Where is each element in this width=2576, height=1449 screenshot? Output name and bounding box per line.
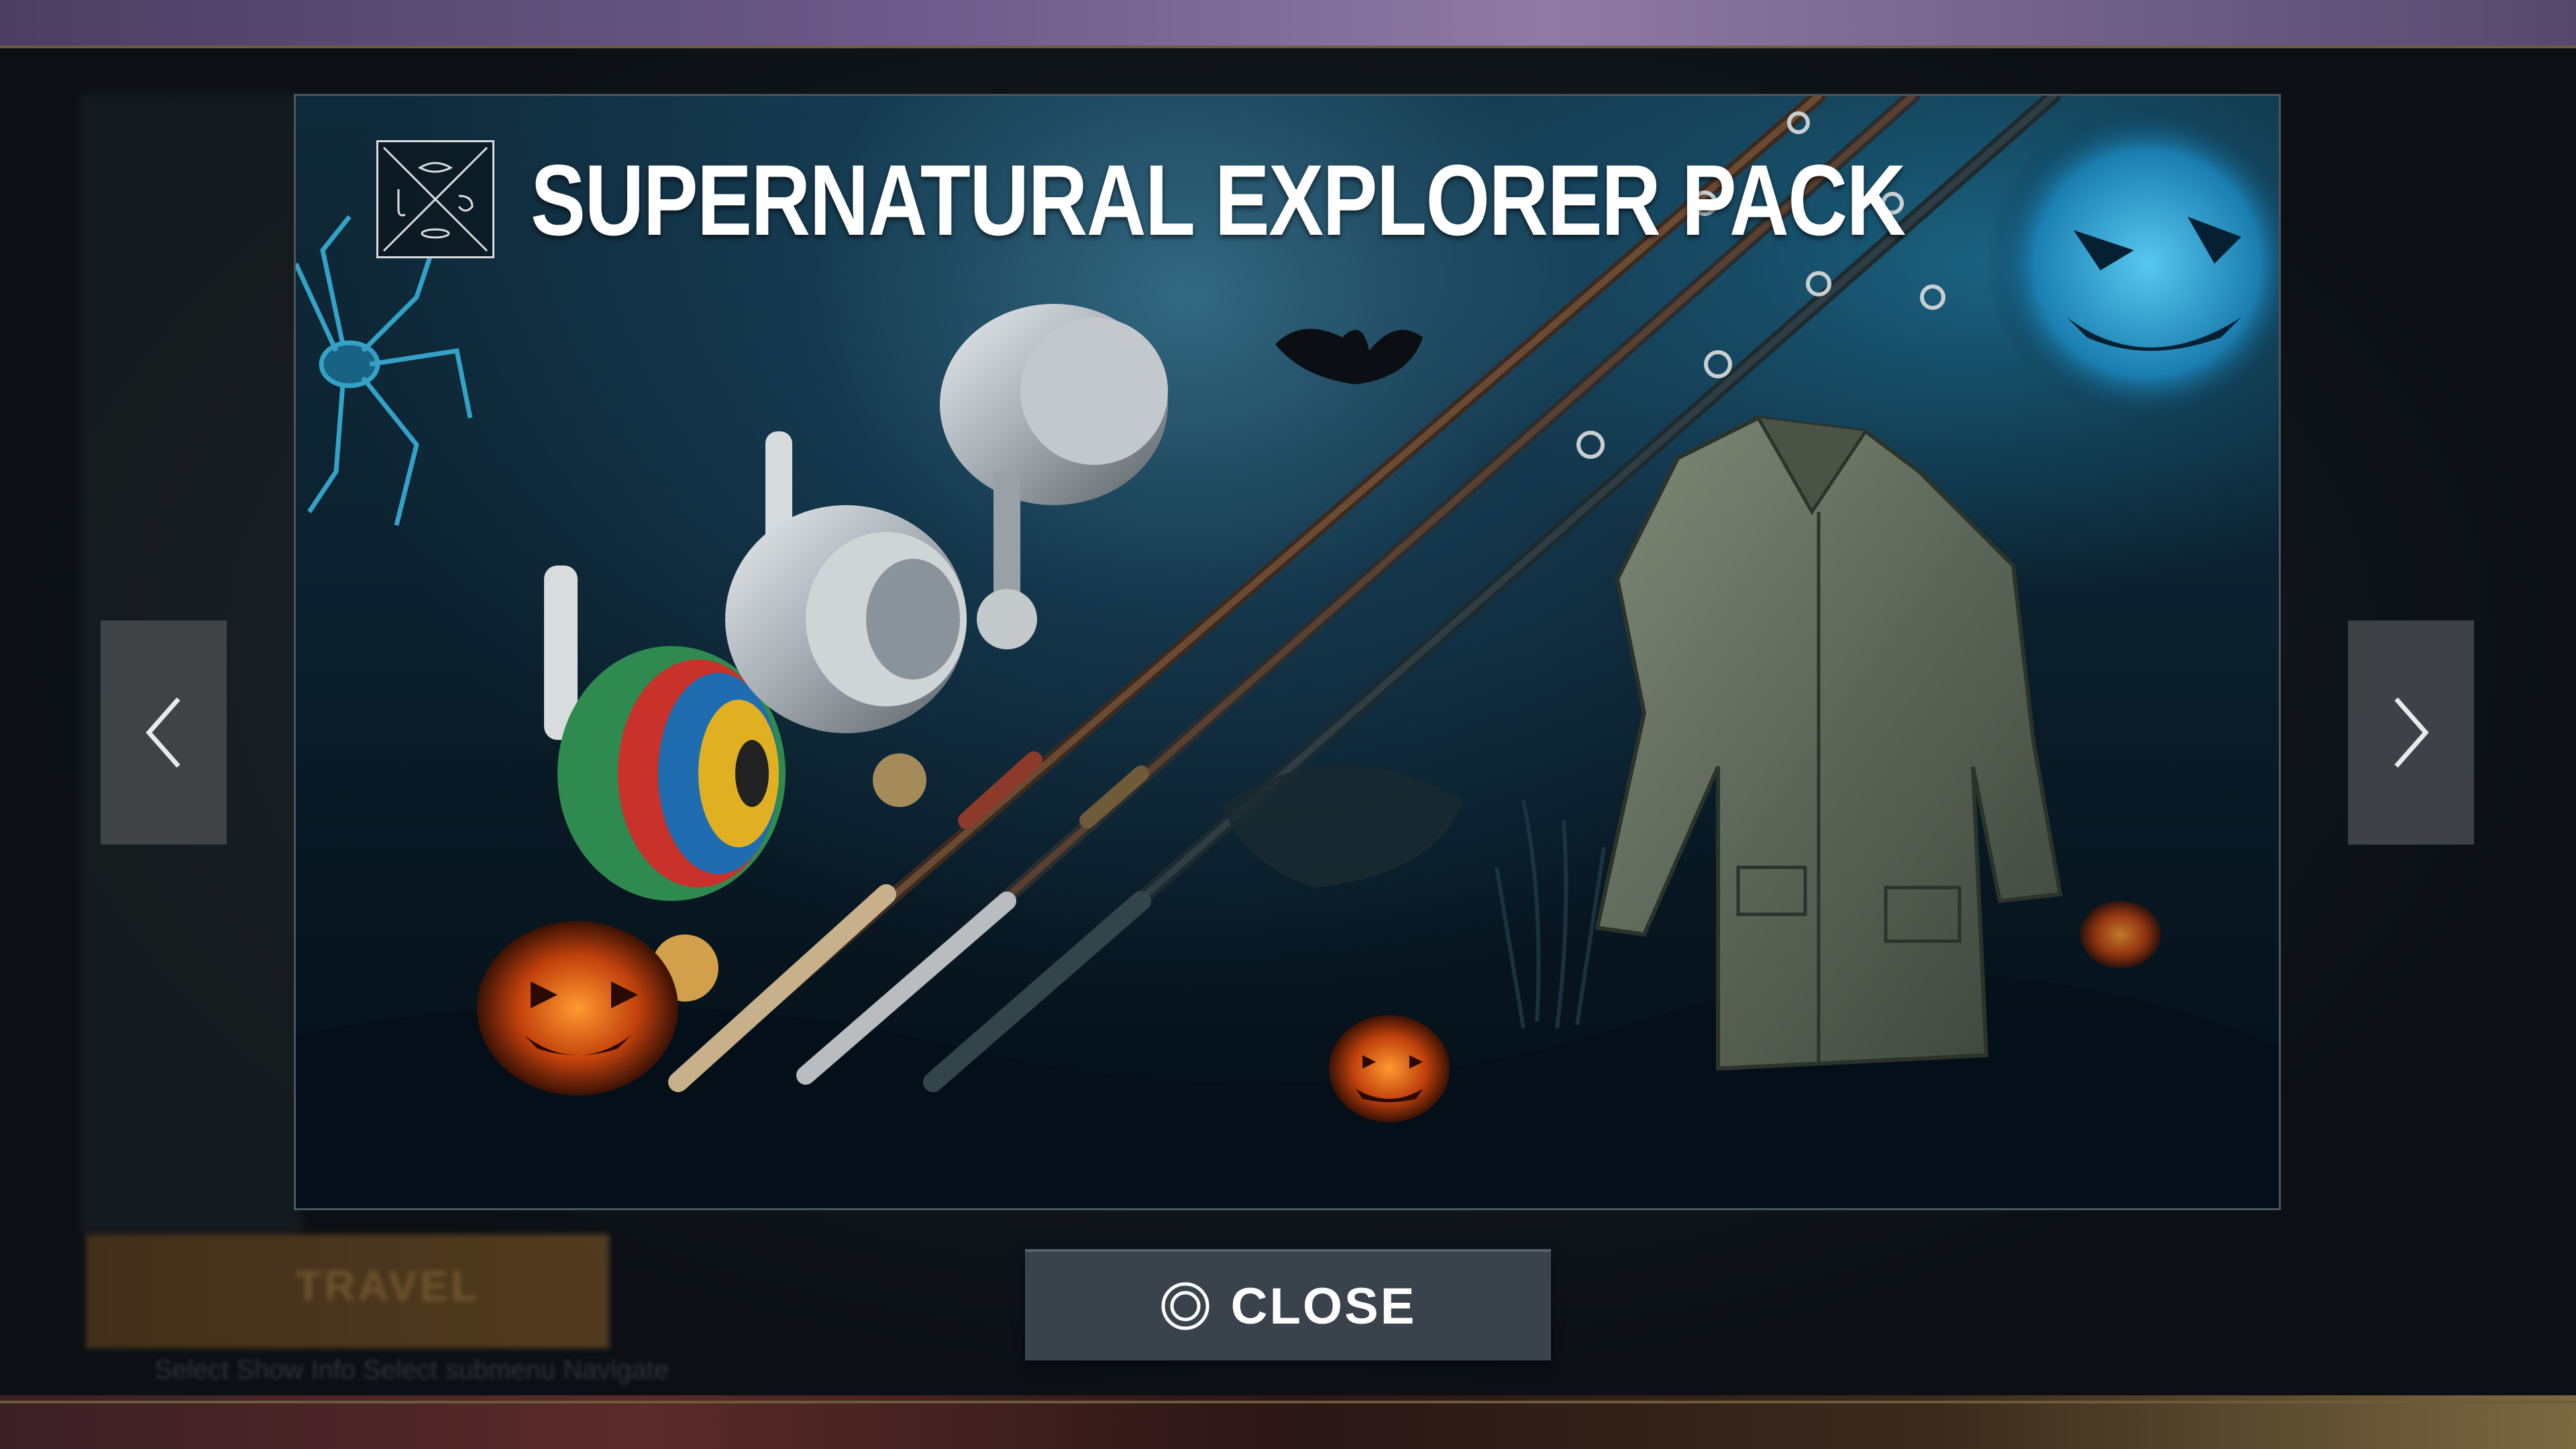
chevron-right-icon: [2394, 697, 2429, 768]
bottom-frame-line: [0, 1401, 2576, 1403]
top-scenery-band: [0, 0, 2576, 47]
artwork-illustration: [296, 96, 2279, 1208]
background-travel-label: TRAVEL: [295, 1262, 480, 1310]
fishing-logo-icon: [382, 146, 488, 252]
close-button[interactable]: CLOSE: [1025, 1249, 1551, 1360]
next-button[interactable]: [2348, 621, 2474, 845]
pack-artwork: SUPERNATURAL EXPLORER PACK: [294, 94, 2281, 1210]
close-label: CLOSE: [1230, 1277, 1417, 1335]
chevron-left-icon: [146, 697, 180, 768]
pack-title: SUPERNATURAL EXPLORER PACK: [531, 144, 1906, 256]
brand-logo: [376, 140, 494, 258]
bottom-scenery-band: [0, 1395, 2576, 1449]
circle-button-icon: [1161, 1282, 1210, 1330]
background-footer-hints: Select Show Info Select submenu Navigate: [154, 1355, 669, 1385]
previous-button[interactable]: [101, 621, 227, 845]
